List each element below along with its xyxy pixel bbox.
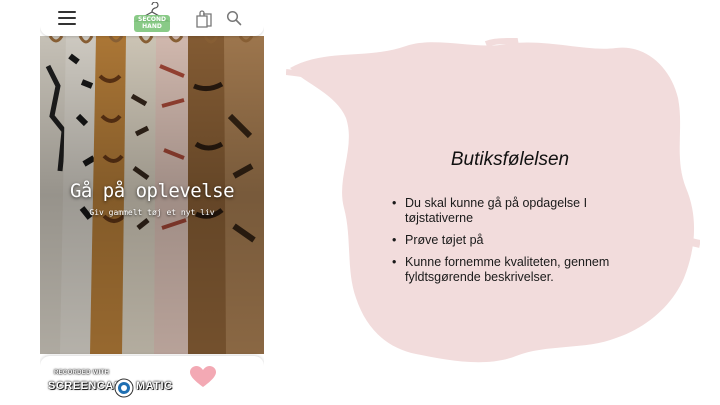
- watermark-recorded-with: RECORDED WITH: [54, 370, 110, 376]
- hero-title: Gå på oplevelse: [69, 180, 235, 202]
- slide-title: Butiksfølelsen: [450, 149, 570, 170]
- phone-mockup: SECOND HAND Gå på oplevelse Giv gammelt …: [40, 0, 264, 405]
- bullet-item: • Prøve tøjet på: [392, 233, 632, 248]
- bullet-list: • Du skal kunne gå på opdagelse I tøjsta…: [392, 196, 632, 292]
- bullet-text: Prøve tøjet på: [405, 233, 484, 247]
- hamburger-menu-icon[interactable]: [58, 11, 76, 25]
- logo-text-top: SECOND: [138, 16, 166, 23]
- heart-icon[interactable]: [190, 366, 216, 388]
- logo-text-bottom: HAND: [142, 23, 162, 30]
- hero-banner[interactable]: Gå på oplevelse Giv gammelt tøj et nyt l…: [40, 36, 264, 354]
- app-header: SECOND HAND: [40, 0, 264, 36]
- bullet-text: Du skal kunne gå på opdagelse I tøjstati…: [405, 196, 588, 225]
- screencast-watermark: RECORDED WITH SCREENCAST MATIC: [48, 368, 178, 402]
- hero-subtitle: Giv gammelt tøj et nyt liv: [89, 208, 215, 217]
- bullet-item: • Kunne fornemme kvaliteten, gennem fyld…: [392, 255, 632, 285]
- screencast-logo-icon: [114, 378, 134, 398]
- bullet-dot-icon: •: [392, 196, 397, 210]
- watermark-brand-right: MATIC: [136, 380, 173, 392]
- shopping-bag-icon[interactable]: [194, 9, 214, 29]
- bullet-item: • Du skal kunne gå på opdagelse I tøjsta…: [392, 196, 632, 226]
- bullet-dot-icon: •: [392, 233, 397, 247]
- brand-logo[interactable]: SECOND HAND: [132, 1, 172, 34]
- bullet-text: Kunne fornemme kvaliteten, gennem fyldts…: [405, 255, 610, 284]
- search-icon[interactable]: [226, 10, 242, 26]
- bullet-dot-icon: •: [392, 255, 397, 269]
